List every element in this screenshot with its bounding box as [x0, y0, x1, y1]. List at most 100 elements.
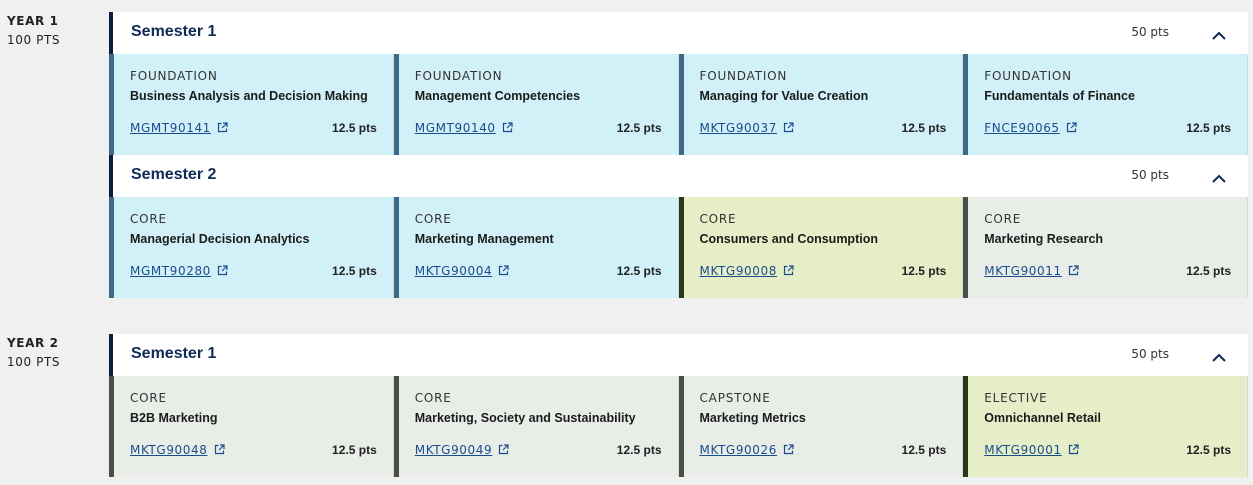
- subject-code: MKTG90004: [414, 264, 493, 278]
- subject-points: 12.5 pts: [616, 264, 662, 278]
- external-link-icon: [498, 444, 509, 458]
- subject-points: 12.5 pts: [332, 121, 377, 135]
- subject-card: ELECTIVE Omnichannel Retail MKTG90001 12.5 …: [963, 376, 1248, 477]
- external-link-icon: [498, 265, 509, 279]
- external-link-icon: [1068, 444, 1079, 458]
- subject-card: FOUNDATION Business Analysis and Decision…: [109, 54, 394, 155]
- subject-code-link[interactable]: MKTG90001: [984, 443, 1079, 458]
- semester-points: 50 pts: [1131, 347, 1169, 361]
- subject-card: CAPSTONE Marketing Metrics MKTG90026 12.5 p…: [678, 376, 964, 477]
- subject-type: FOUNDATION: [984, 69, 1072, 83]
- subject-type: FOUNDATION: [699, 69, 788, 83]
- subject-code-link[interactable]: MKTG90049: [415, 443, 510, 458]
- subject-name: Managing for Value Creation: [699, 89, 869, 103]
- subject-points: 12.5 pts: [1186, 443, 1231, 457]
- subject-card: FOUNDATION Management Competencies MGMT901…: [393, 54, 679, 155]
- subject-code-link[interactable]: MKTG90037: [700, 121, 795, 136]
- semester-title: Semester 1: [131, 23, 217, 40]
- subject-code-link[interactable]: MGMT90280: [130, 264, 228, 279]
- year-label: YEAR 2 100 PTS: [7, 334, 60, 372]
- semester-panel: Semester 1 50 pts CORE B2B Marketing MKTG900…: [109, 334, 1248, 477]
- external-link-icon: [217, 122, 228, 136]
- subject-code: MGMT90140: [414, 121, 496, 135]
- subject-code-link[interactable]: MKTG90008: [700, 264, 795, 279]
- chevron-up-icon[interactable]: [1212, 28, 1226, 42]
- semester-panel: Semester 2 50 pts CORE Managerial Decision …: [109, 155, 1248, 298]
- subject-code-link[interactable]: MKTG90011: [984, 264, 1079, 279]
- subject-code-link[interactable]: MGMT90141: [130, 121, 228, 136]
- subject-code-link[interactable]: MKTG90004: [415, 264, 510, 279]
- subject-points: 12.5 pts: [901, 264, 947, 278]
- subject-row: CORE Managerial Decision Analytics MGMT902…: [109, 197, 1248, 298]
- subject-points: 12.5 pts: [1186, 264, 1231, 278]
- year-points: 100 PTS: [7, 33, 61, 47]
- year-title: YEAR 2: [7, 336, 59, 350]
- subject-points: 12.5 pts: [616, 443, 662, 457]
- subject-code: MKTG90037: [699, 121, 777, 135]
- subject-code: MKTG90001: [984, 443, 1062, 457]
- subject-type: CORE: [699, 212, 737, 226]
- subject-name: Marketing Research: [984, 232, 1104, 246]
- subject-card: CORE Marketing Management MKTG90004 12.5 pt…: [393, 197, 679, 298]
- semester-header[interactable]: Semester 2 50 pts: [109, 155, 1248, 197]
- subject-type: CAPSTONE: [699, 391, 771, 405]
- subject-code: MGMT90280: [130, 264, 211, 278]
- subject-code: MKTG90048: [130, 443, 208, 457]
- semester-header[interactable]: Semester 1 50 pts: [109, 12, 1248, 54]
- subject-name: Omnichannel Retail: [984, 411, 1101, 425]
- subject-code: MKTG90026: [699, 443, 777, 457]
- subject-type: CORE: [130, 212, 167, 226]
- external-link-icon: [214, 444, 225, 458]
- subject-type: FOUNDATION: [414, 69, 503, 83]
- external-link-icon: [1066, 122, 1077, 136]
- subject-code: MKTG90011: [984, 264, 1062, 278]
- subject-code: MKTG90049: [414, 443, 493, 457]
- year-title: YEAR 1: [7, 14, 59, 28]
- subject-code-link[interactable]: MGMT90140: [415, 121, 513, 136]
- subject-name: Marketing Management: [414, 232, 554, 246]
- subject-name: Consumers and Consumption: [699, 232, 878, 246]
- external-link-icon: [783, 122, 794, 136]
- semester-panel: Semester 1 50 pts FOUNDATION Business Analy…: [109, 12, 1248, 155]
- subject-points: 12.5 pts: [1186, 121, 1231, 135]
- subject-points: 12.5 pts: [901, 443, 947, 457]
- subject-row: CORE B2B Marketing MKTG90048 12.5 pts CORE Ma…: [109, 376, 1248, 477]
- chevron-up-icon[interactable]: [1212, 171, 1226, 185]
- subject-points: 12.5 pts: [901, 121, 947, 135]
- subject-type: FOUNDATION: [130, 69, 218, 83]
- subject-name: Management Competencies: [414, 89, 581, 103]
- subject-card: CORE Marketing, Society and Sustainabilit…: [393, 376, 679, 477]
- subject-points: 12.5 pts: [332, 443, 377, 457]
- subject-code-link[interactable]: FNCE90065: [984, 121, 1077, 136]
- subject-name: Managerial Decision Analytics: [130, 232, 310, 246]
- subject-name: Marketing, Society and Sustainability: [414, 411, 636, 425]
- subject-type: CORE: [984, 212, 1022, 226]
- subject-type: CORE: [130, 391, 167, 405]
- subject-row: FOUNDATION Business Analysis and Decision…: [109, 54, 1248, 155]
- semester-title: Semester 2: [131, 166, 217, 183]
- subject-type: CORE: [414, 391, 452, 405]
- subject-card: CORE Marketing Research MKTG90011 12.5 pts: [963, 197, 1248, 298]
- semester-points: 50 pts: [1131, 168, 1169, 182]
- subject-code: FNCE90065: [984, 121, 1060, 135]
- subject-code-link[interactable]: MKTG90048: [130, 443, 225, 458]
- external-link-icon: [1068, 265, 1079, 279]
- subject-points: 12.5 pts: [332, 264, 377, 278]
- subject-card: FOUNDATION Fundamentals of Finance FNCE900…: [963, 54, 1248, 155]
- subject-card: CORE Consumers and Consumption MKTG90008 12…: [678, 197, 964, 298]
- subject-code: MGMT90141: [130, 121, 211, 135]
- subject-name: Business Analysis and Decision Making: [130, 89, 368, 103]
- subject-card: CORE B2B Marketing MKTG90048 12.5 pts: [109, 376, 394, 477]
- semester-points: 50 pts: [1131, 25, 1169, 39]
- chevron-up-icon[interactable]: [1212, 350, 1226, 364]
- subject-points: 12.5 pts: [616, 121, 662, 135]
- semester-title: Semester 1: [131, 345, 217, 362]
- semester-header[interactable]: Semester 1 50 pts: [109, 334, 1248, 376]
- subject-code-link[interactable]: MKTG90026: [700, 443, 795, 458]
- external-link-icon: [217, 265, 228, 279]
- subject-card: CORE Managerial Decision Analytics MGMT902…: [109, 197, 394, 298]
- external-link-icon: [783, 265, 794, 279]
- subject-type: CORE: [414, 212, 452, 226]
- year-label: YEAR 1 100 PTS: [7, 12, 60, 50]
- subject-name: Marketing Metrics: [699, 411, 806, 425]
